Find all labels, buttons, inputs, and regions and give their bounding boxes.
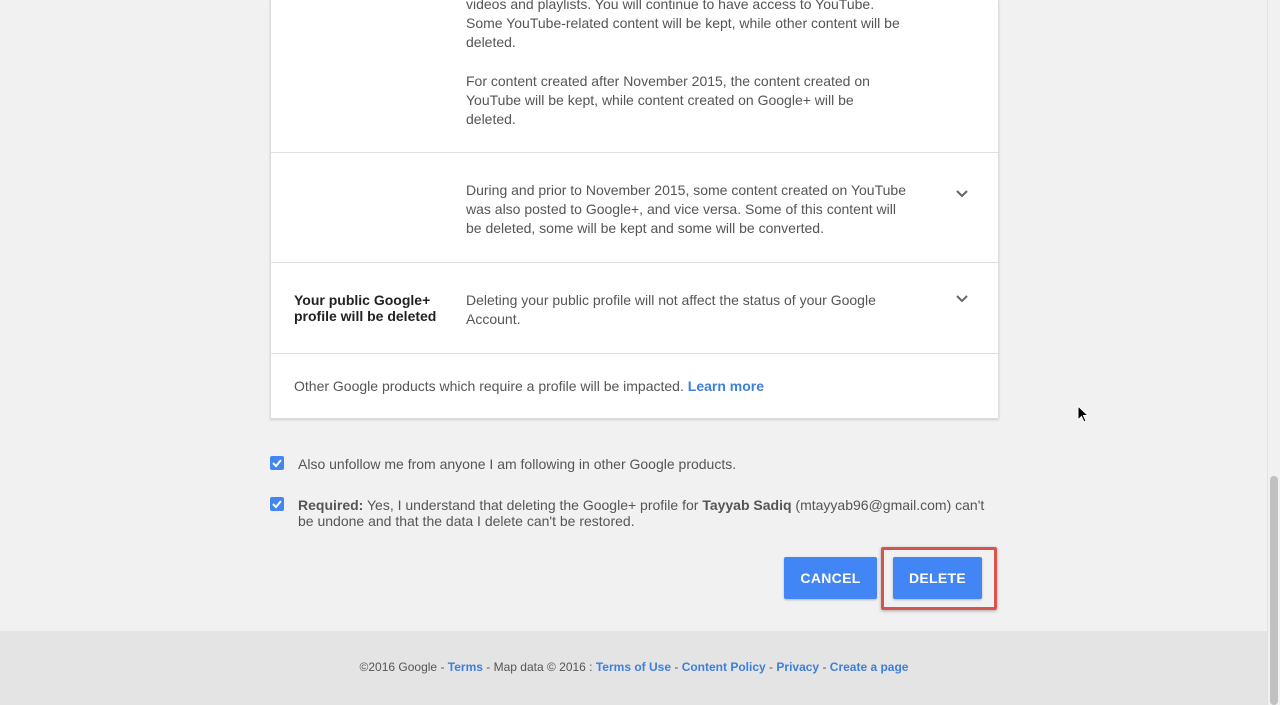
learn-more-link[interactable]: Learn more bbox=[688, 378, 764, 394]
user-name: Tayyab Sadiq bbox=[702, 497, 792, 513]
footer-separator: - bbox=[674, 660, 679, 674]
chevron-down-icon[interactable] bbox=[954, 290, 970, 306]
profile-deleted-label: Your public Google+ profile will be dele… bbox=[294, 292, 437, 324]
required-confirmation-label: Required: Yes, I understand that deletin… bbox=[298, 497, 998, 529]
youtube-prior-row[interactable]: During and prior to November 2015, some … bbox=[271, 153, 998, 263]
delete-profile-card: videos and playlists. You will continue … bbox=[270, 0, 999, 419]
copyright-text: ©2016 Google bbox=[359, 660, 438, 674]
youtube-partial-text: videos and playlists. You will continue … bbox=[466, 0, 900, 50]
create-page-link[interactable]: Create a page bbox=[830, 660, 909, 674]
mouse-cursor-icon bbox=[1077, 405, 1089, 423]
footer-separator: - bbox=[769, 660, 774, 674]
required-confirmation-checkbox[interactable] bbox=[270, 497, 284, 511]
required-label: Required: bbox=[298, 497, 364, 513]
privacy-link[interactable]: Privacy bbox=[776, 660, 819, 674]
vertical-scrollbar[interactable] bbox=[1267, 0, 1280, 705]
chevron-down-icon[interactable] bbox=[954, 185, 970, 201]
unfollow-label: Also unfollow me from anyone I am follow… bbox=[298, 456, 737, 472]
other-products-notice: Other Google products which require a pr… bbox=[294, 377, 764, 396]
required-text-pre: Yes, I understand that deleting the Goog… bbox=[366, 497, 699, 513]
cancel-button[interactable]: CANCEL bbox=[784, 557, 877, 599]
footer-links: ©2016 Google - Terms - Map data © 2016 :… bbox=[0, 660, 1268, 674]
profile-deleted-description: Deleting your public profile will not af… bbox=[466, 292, 876, 327]
page: videos and playlists. You will continue … bbox=[0, 0, 1280, 705]
youtube-content-row: videos and playlists. You will continue … bbox=[271, 0, 998, 153]
footer: ©2016 Google - Terms - Map data © 2016 :… bbox=[0, 631, 1268, 705]
profile-deleted-row[interactable]: Your public Google+ profile will be dele… bbox=[271, 263, 998, 354]
delete-button[interactable]: DELETE bbox=[893, 557, 982, 599]
terms-of-use-link[interactable]: Terms of Use bbox=[596, 660, 671, 674]
scrollbar-thumb[interactable] bbox=[1270, 476, 1278, 705]
content-policy-link[interactable]: Content Policy bbox=[682, 660, 766, 674]
other-products-row: Other Google products which require a pr… bbox=[271, 354, 998, 418]
checkmark-icon bbox=[272, 459, 282, 468]
footer-separator: - bbox=[822, 660, 827, 674]
footer-separator: - bbox=[440, 660, 445, 674]
terms-link[interactable]: Terms bbox=[448, 660, 483, 674]
other-products-text: Other Google products which require a pr… bbox=[294, 378, 684, 394]
youtube-after-2015-text: For content created after November 2015,… bbox=[466, 73, 870, 127]
map-data-text: Map data © 2016 : bbox=[493, 660, 593, 674]
unfollow-checkbox[interactable] bbox=[270, 456, 284, 470]
footer-separator: - bbox=[486, 660, 491, 674]
youtube-prior-2015-text: During and prior to November 2015, some … bbox=[466, 182, 906, 236]
checkmark-icon bbox=[272, 500, 282, 509]
